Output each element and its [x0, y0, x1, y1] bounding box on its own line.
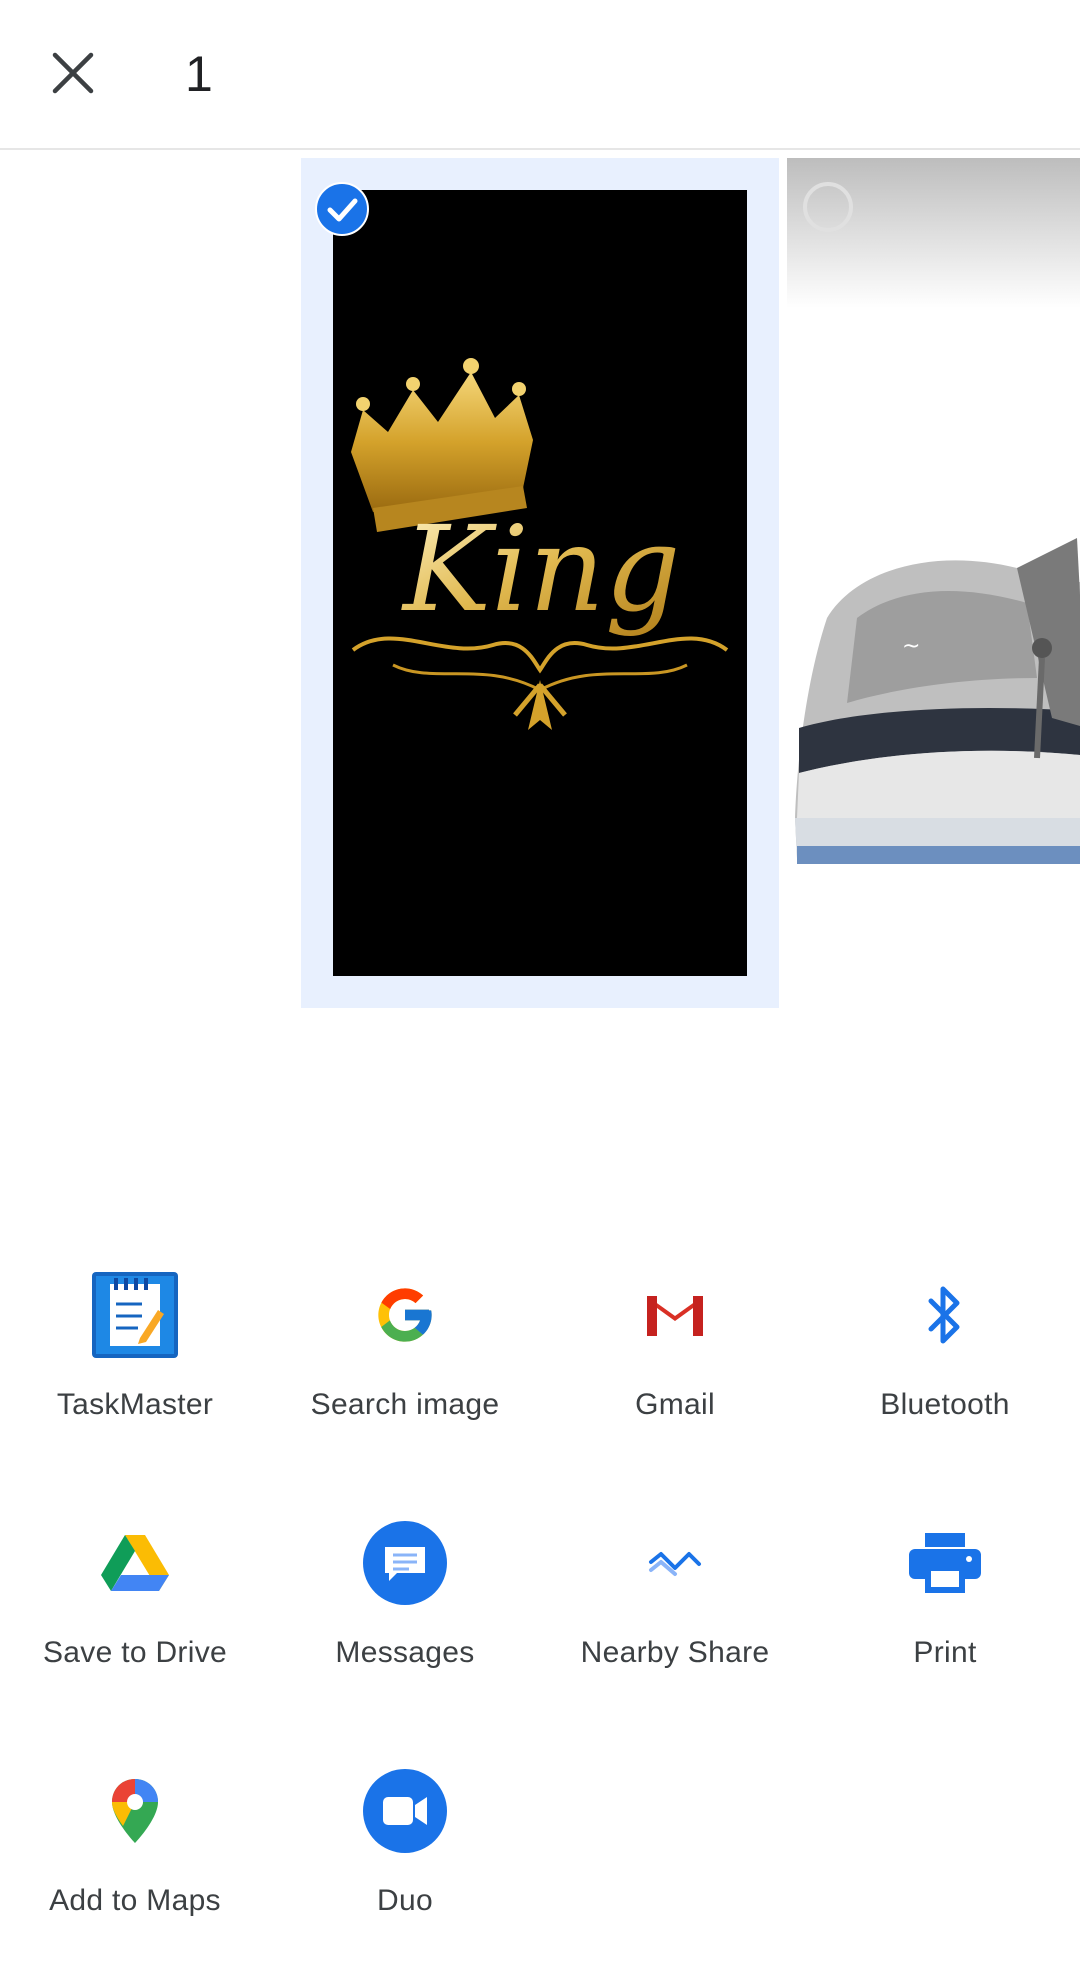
- taskmaster-icon: [90, 1270, 180, 1360]
- svg-text:~: ~: [902, 634, 920, 659]
- sneaker-image: ~: [795, 538, 1080, 864]
- photo-thumbnail[interactable]: ~: [787, 158, 1080, 1018]
- drive-icon: [90, 1518, 180, 1608]
- share-target-label: Add to Maps: [49, 1884, 221, 1917]
- share-target-label: Search image: [310, 1388, 500, 1421]
- messages-icon: [360, 1518, 450, 1608]
- share-target-gmail[interactable]: Gmail: [540, 1250, 810, 1470]
- top-app-bar: 1: [0, 0, 1080, 150]
- bluetooth-icon: [900, 1270, 990, 1360]
- photo-thumbnail-selected[interactable]: King: [301, 158, 779, 1008]
- print-icon: [900, 1518, 990, 1608]
- close-icon: [52, 52, 94, 94]
- share-target-label: Duo: [377, 1884, 433, 1917]
- selected-count: 1: [185, 46, 213, 102]
- share-targets-grid: TaskMaster Search image Gmail Bluetooth …: [0, 1250, 1080, 1920]
- share-target-duo[interactable]: Duo: [270, 1746, 540, 1966]
- close-button[interactable]: [42, 42, 104, 104]
- share-target-label: Save to Drive: [43, 1636, 227, 1669]
- share-target-print[interactable]: Print: [810, 1498, 1080, 1718]
- share-target-label: Print: [913, 1636, 977, 1669]
- google-icon: [360, 1270, 450, 1360]
- share-target-messages[interactable]: Messages: [270, 1498, 540, 1718]
- king-wordmark: King: [401, 500, 680, 638]
- share-target-search-image[interactable]: Search image: [270, 1250, 540, 1470]
- share-target-label: Messages: [335, 1636, 475, 1669]
- share-target-taskmaster[interactable]: TaskMaster: [0, 1250, 270, 1470]
- share-target-bluetooth[interactable]: Bluetooth: [810, 1250, 1080, 1470]
- share-target-add-to-maps[interactable]: Add to Maps: [0, 1746, 270, 1966]
- photo-strip[interactable]: King ~: [0, 150, 1080, 1020]
- share-target-save-to-drive[interactable]: Save to Drive: [0, 1498, 270, 1718]
- share-target-nearby-share[interactable]: Nearby Share: [540, 1498, 810, 1718]
- duo-icon: [360, 1766, 450, 1856]
- share-target-label: Gmail: [635, 1388, 715, 1421]
- unselected-radio-icon: [803, 182, 853, 232]
- maps-icon: [90, 1766, 180, 1856]
- share-target-label: TaskMaster: [56, 1388, 214, 1421]
- selected-check-icon: [315, 182, 369, 236]
- gmail-icon: [630, 1270, 720, 1360]
- king-crown-image: King: [333, 190, 747, 976]
- share-target-label: Nearby Share: [580, 1636, 770, 1669]
- nearby-share-icon: [630, 1518, 720, 1608]
- share-target-label: Bluetooth: [880, 1388, 1010, 1421]
